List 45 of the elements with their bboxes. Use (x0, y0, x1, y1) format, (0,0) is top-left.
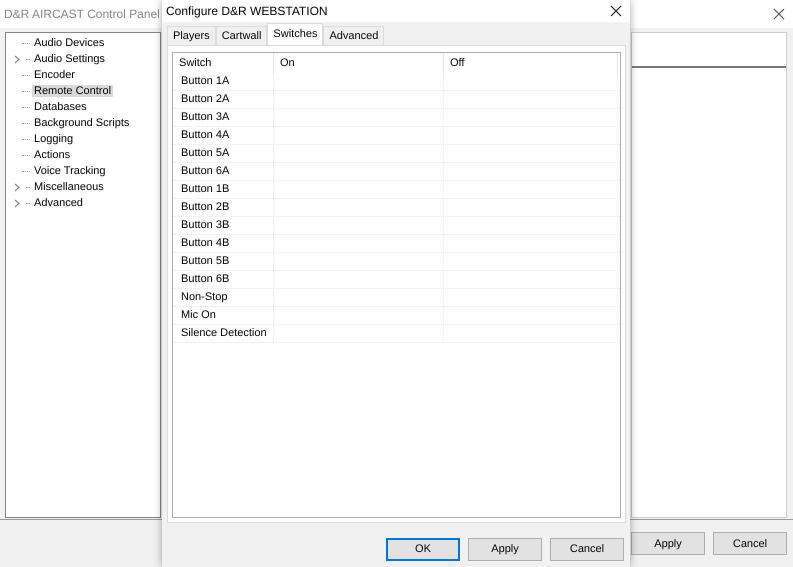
tab[interactable]: Advanced (323, 26, 384, 45)
apply-button[interactable]: Apply (631, 532, 705, 555)
apply-button[interactable]: Apply (468, 538, 542, 560)
table-cell: Button 3A (173, 109, 274, 126)
table-cell: Button 3B (173, 217, 274, 234)
column-header[interactable]: Switch (173, 53, 274, 73)
chevron-icon[interactable] (14, 198, 20, 208)
table-cell: Button 4B (173, 235, 274, 252)
column-header[interactable]: Off (444, 53, 618, 73)
dialog-title: Configure D&R WEBSTATION (166, 4, 328, 18)
tree-item[interactable]: Encoder (32, 69, 77, 81)
table-cell: Button 2A (173, 91, 274, 108)
chevron-icon[interactable] (14, 182, 20, 192)
tree-item[interactable]: Remote Control (32, 85, 114, 97)
table-cell: Non-Stop (173, 289, 274, 306)
table-cell: Button 6A (173, 163, 274, 180)
window-title: D&R AIRCAST Control Panel (4, 7, 160, 21)
chevron-icon[interactable] (14, 54, 20, 64)
ok-button[interactable]: OK (386, 538, 460, 560)
tree-item[interactable]: Background Scripts (32, 117, 132, 129)
table-cell: Button 2B (173, 199, 274, 216)
tree-item[interactable]: Logging (32, 133, 76, 145)
cancel-button[interactable]: Cancel (713, 532, 787, 555)
table-cell: Button 6B (173, 271, 274, 288)
table-cell: Button 4A (173, 127, 274, 144)
tree-item[interactable]: Voice Tracking (32, 165, 108, 177)
tree-item[interactable]: Databases (32, 101, 89, 113)
close-icon[interactable] (610, 5, 622, 17)
tree-item[interactable]: Miscellaneous (32, 181, 106, 193)
table-cell: Silence Detection (173, 325, 274, 342)
tab[interactable]: Players (167, 26, 216, 45)
table-cell: Button 5B (173, 253, 274, 270)
column-header[interactable]: On (274, 53, 444, 73)
tab[interactable]: Switches (267, 23, 324, 45)
table-cell: Mic On (173, 307, 274, 324)
table-cell: Button 1A (173, 73, 274, 90)
tab[interactable]: Cartwall (216, 26, 268, 45)
tree-item[interactable]: Audio Settings (32, 53, 107, 65)
tree-item[interactable]: Actions (32, 149, 72, 161)
close-icon[interactable] (773, 8, 785, 20)
tree-item[interactable]: Advanced (32, 197, 85, 209)
table-cell: Button 1B (173, 181, 274, 198)
cancel-button[interactable]: Cancel (550, 538, 624, 560)
table-cell: Button 5A (173, 145, 274, 162)
tree-item[interactable]: Audio Devices (32, 37, 106, 49)
